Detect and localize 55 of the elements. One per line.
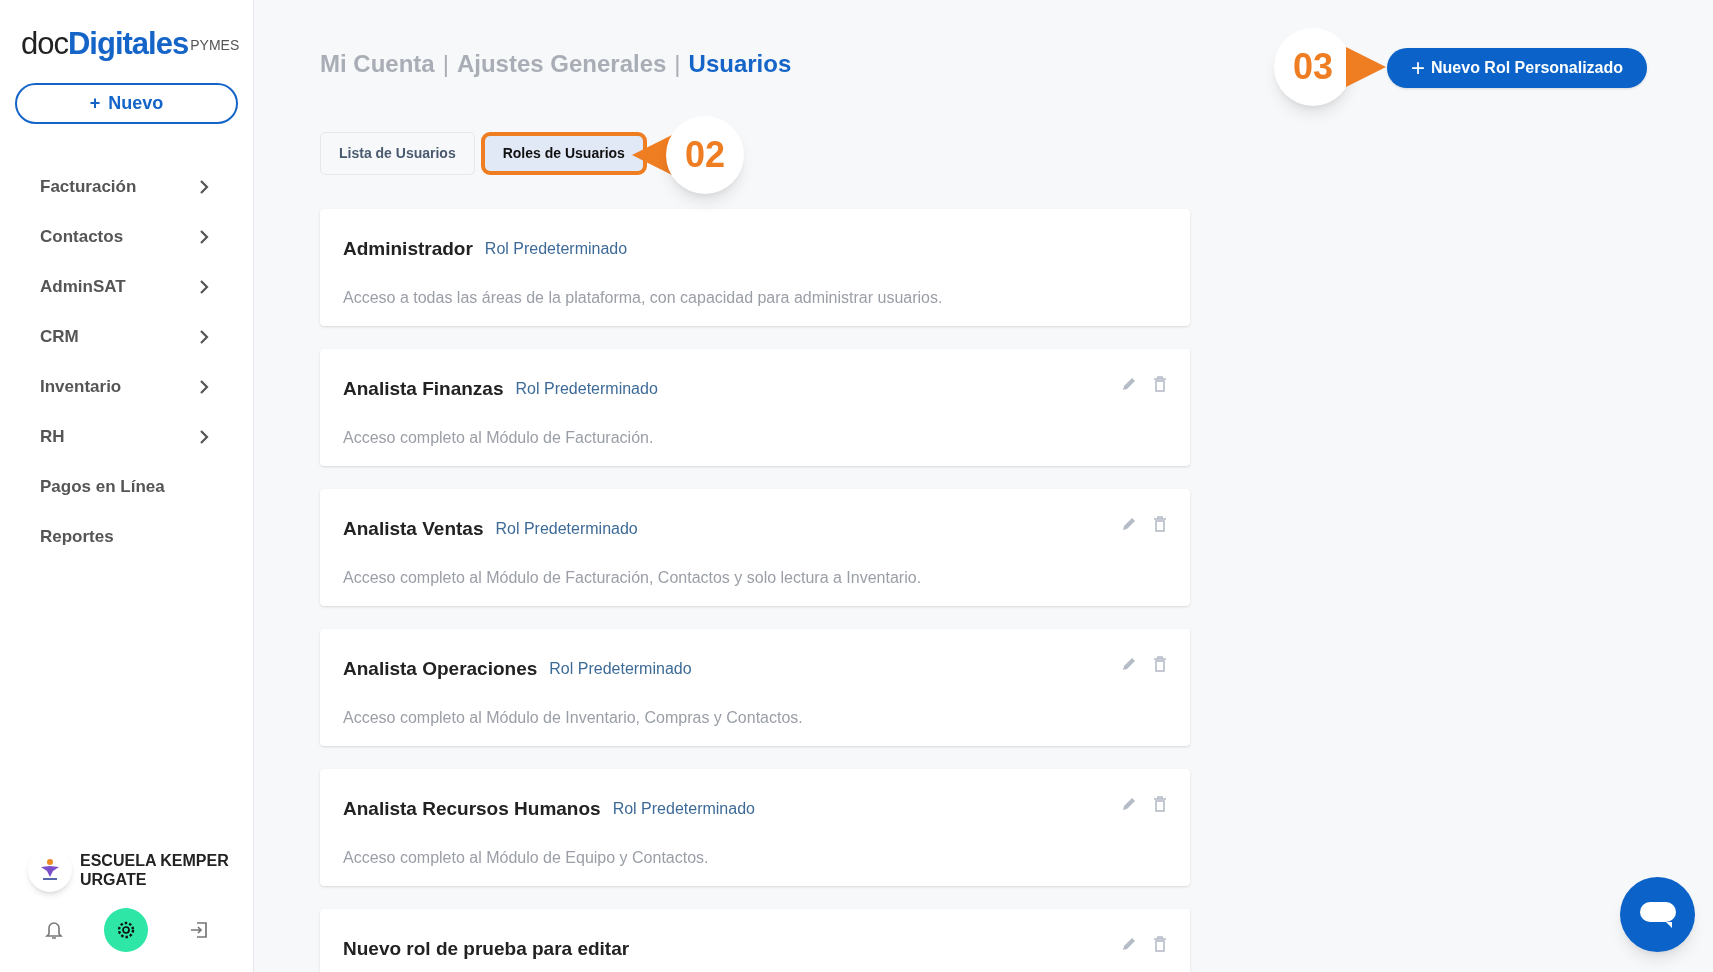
role-type: Rol Predeterminado	[515, 379, 658, 400]
sidebar-item[interactable]: AdminSAT	[0, 262, 253, 312]
chevron-right-icon	[199, 179, 209, 195]
role-description: Acceso completo al Módulo de Facturación.	[343, 427, 655, 448]
role-name: Analista Operaciones	[343, 657, 538, 681]
chevron-right-icon	[199, 279, 209, 295]
account-name: ESCUELA KEMPER URGATE	[80, 851, 230, 889]
role-name: Analista Recursos Humanos	[343, 797, 601, 821]
sidebar-item[interactable]: Reportes	[0, 512, 253, 562]
role-description: Acceso a todas las áreas de la plataforma, con capacidad para administrar usuarios.	[343, 287, 944, 308]
logo-suffix: PYMES	[190, 36, 240, 55]
pointer-arrow-icon	[1346, 47, 1386, 87]
chevron-right-icon	[199, 379, 209, 395]
sidebar-item[interactable]: Inventario	[0, 362, 253, 412]
role-description: Acceso completo al Módulo de Facturación, Contactos y solo lectura a Inventario.	[343, 567, 923, 588]
edit-icon[interactable]	[1121, 376, 1137, 393]
delete-icon[interactable]	[1153, 936, 1167, 953]
tab[interactable]: Lista de Usuarios	[320, 132, 475, 175]
step-number: 02	[666, 116, 744, 194]
sidebar-item[interactable]: Contactos	[0, 212, 253, 262]
edit-icon[interactable]	[1121, 516, 1137, 533]
edit-icon[interactable]	[1121, 656, 1137, 673]
role-name: Nuevo rol de prueba para editar	[343, 937, 630, 961]
logo-text: doc	[21, 28, 68, 59]
new-button[interactable]: + Nuevo	[15, 83, 238, 124]
sidebar-item[interactable]: Facturación	[0, 162, 253, 212]
role-type: Rol Predeterminado	[612, 799, 755, 820]
role-name: Administrador	[343, 237, 473, 261]
delete-icon[interactable]	[1153, 796, 1167, 813]
edit-icon[interactable]	[1121, 936, 1137, 953]
delete-icon[interactable]	[1153, 656, 1167, 673]
sidebar-item[interactable]: Pagos en Línea	[0, 462, 253, 512]
tab[interactable]: Roles de Usuarios	[480, 132, 647, 175]
role-type: Rol Predeterminado	[495, 519, 638, 540]
delete-icon[interactable]	[1153, 516, 1167, 533]
chevron-right-icon	[199, 229, 209, 245]
logo-text: Digitales	[68, 28, 189, 59]
bell-icon	[43, 919, 66, 941]
breadcrumb-separator: |	[674, 49, 681, 79]
edit-icon[interactable]	[1121, 796, 1137, 813]
role-type: Rol Predeterminado	[549, 659, 692, 680]
role-name: Analista Finanzas	[343, 377, 504, 401]
role-description: Acceso completo al Módulo de Equipo y Contactos.	[343, 847, 710, 868]
role-name: Analista Ventas	[343, 517, 484, 541]
chevron-right-icon	[199, 429, 209, 445]
settings-button[interactable]	[104, 908, 149, 952]
role-type: Rol Predeterminado	[484, 239, 628, 260]
sidebar-item[interactable]: CRM	[0, 312, 253, 362]
sidebar-item[interactable]: RH	[0, 412, 253, 462]
chevron-right-icon	[199, 329, 209, 345]
breadcrumb-item: Usuarios	[688, 49, 792, 79]
delete-icon[interactable]	[1153, 376, 1167, 393]
role-description: Acceso completo al Módulo de Inventario, Compras y Contactos.	[343, 707, 804, 728]
breadcrumb-separator: |	[442, 49, 449, 79]
new-role-button[interactable]: + Nuevo Rol Personalizado	[1387, 48, 1648, 88]
